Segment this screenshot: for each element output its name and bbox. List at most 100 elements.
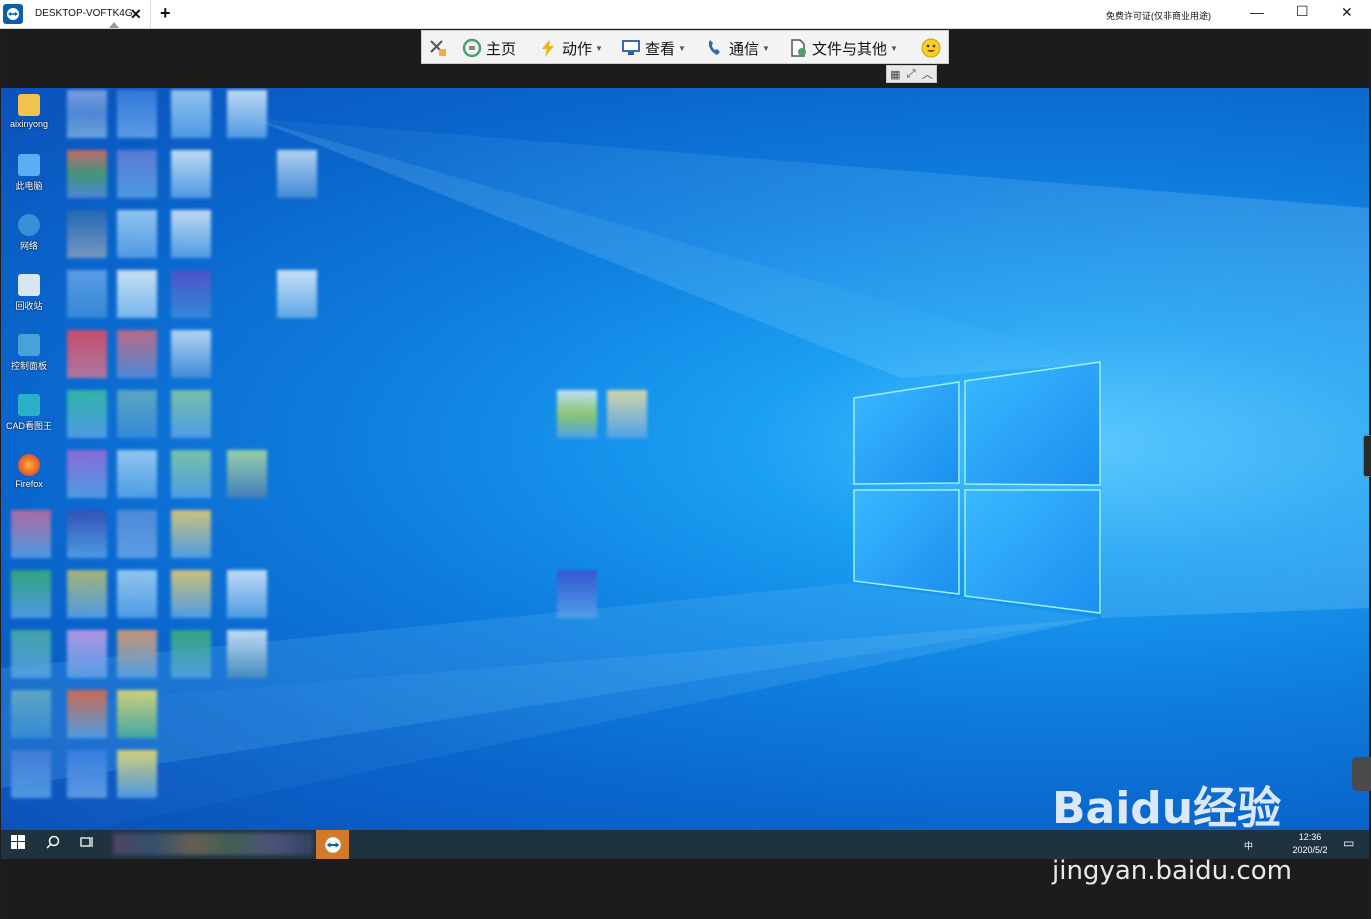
blurred-desktop-icon[interactable]: [171, 630, 211, 678]
side-panel-handle[interactable]: [1363, 435, 1371, 477]
blurred-desktop-icon[interactable]: [117, 270, 157, 318]
toolbar-files-extras[interactable]: 文件与其他 ▼: [788, 31, 898, 65]
blurred-desktop-icon[interactable]: [117, 90, 157, 138]
blurred-desktop-icon[interactable]: [11, 690, 51, 738]
tab-indicator: [109, 22, 119, 28]
blurred-desktop-icon[interactable]: [67, 210, 107, 258]
blurred-desktop-icon[interactable]: [67, 90, 107, 138]
close-button[interactable]: ✕: [1341, 4, 1353, 21]
blurred-desktop-icon[interactable]: [67, 570, 107, 618]
toolbar-files-label: 文件与其他: [812, 40, 888, 58]
desktop-icon-label: 此电脑: [15, 181, 43, 191]
blurred-desktop-icon[interactable]: [67, 510, 107, 558]
disconnect-icon: [428, 38, 448, 58]
blurred-desktop-icon[interactable]: [171, 450, 211, 498]
blurred-desktop-icon[interactable]: [117, 690, 157, 738]
desktop-icon-control-panel[interactable]: 控制面板: [1, 334, 57, 372]
toolbar-home-label: 主页: [486, 40, 517, 58]
blurred-desktop-icon[interactable]: [171, 390, 211, 438]
blurred-desktop-icon[interactable]: [117, 330, 157, 378]
blurred-desktop-icon[interactable]: [607, 390, 647, 438]
desktop-icon-cad[interactable]: CAD看图王: [1, 394, 57, 432]
toolbar-actions[interactable]: 动作 ▼: [538, 31, 603, 65]
blurred-desktop-icon[interactable]: [227, 570, 267, 618]
blurred-desktop-icon[interactable]: [117, 450, 157, 498]
blurred-desktop-icon[interactable]: [171, 150, 211, 198]
desktop-icon-label: Firefox: [15, 479, 43, 489]
chevron-down-icon: ▼: [595, 43, 603, 53]
blurred-desktop-icon[interactable]: [171, 510, 211, 558]
blurred-desktop-icon[interactable]: [67, 150, 107, 198]
toolbar-mini-controls: ▦ ⤢ ︿: [886, 65, 937, 83]
blurred-taskbar-apps[interactable]: [113, 833, 313, 855]
task-view-icon[interactable]: [80, 835, 94, 852]
blurred-desktop-icon[interactable]: [67, 330, 107, 378]
desktop-icon-firefox[interactable]: Firefox: [1, 454, 57, 489]
desktop-icon-user-folder[interactable]: aixinyong: [1, 94, 57, 129]
blurred-desktop-icon[interactable]: [171, 270, 211, 318]
blurred-desktop-icon[interactable]: [67, 630, 107, 678]
maximize-button[interactable]: ☐: [1296, 3, 1309, 20]
blurred-desktop-icon[interactable]: [277, 270, 317, 318]
license-text: 免费许可证(仅非商业用途): [1106, 11, 1211, 21]
blurred-desktop-icon[interactable]: [11, 750, 51, 798]
blurred-desktop-icon[interactable]: [117, 570, 157, 618]
search-icon[interactable]: [46, 835, 60, 852]
toolbar-view[interactable]: 查看 ▼: [621, 31, 686, 65]
blurred-desktop-icon[interactable]: [227, 90, 267, 138]
blurred-desktop-icon[interactable]: [67, 690, 107, 738]
disconnect-button[interactable]: [428, 31, 452, 65]
blurred-desktop-icon[interactable]: [557, 570, 597, 618]
blurred-desktop-icon[interactable]: [117, 510, 157, 558]
blurred-desktop-icon[interactable]: [67, 390, 107, 438]
blurred-desktop-icon[interactable]: [117, 630, 157, 678]
blurred-desktop-icon[interactable]: [277, 150, 317, 198]
tab-title: DESKTOP-VOFTK4G: [35, 8, 133, 19]
desktop-icon-label: aixinyong: [9, 119, 49, 129]
desktop-icon-this-pc[interactable]: 此电脑: [1, 154, 57, 192]
watermark-url: jingyan.baidu.com: [1052, 856, 1292, 886]
teamviewer-taskbar-button[interactable]: [316, 830, 349, 859]
blurred-desktop-icon[interactable]: [171, 570, 211, 618]
lightning-icon: [538, 38, 558, 58]
blurred-desktop-icon[interactable]: [171, 90, 211, 138]
clock-date: 2020/5/2: [1292, 845, 1328, 855]
taskbar-clock[interactable]: 12:36 2020/5/2: [1288, 831, 1332, 857]
blurred-desktop-icon[interactable]: [227, 630, 267, 678]
blurred-desktop-icon[interactable]: [11, 510, 51, 558]
fullscreen-icon[interactable]: ⤢: [907, 68, 916, 81]
toolbar-communicate[interactable]: 通信 ▼: [705, 31, 770, 65]
minimize-button[interactable]: —: [1250, 4, 1264, 20]
start-button[interactable]: [11, 835, 25, 852]
teamviewer-logo-icon: [3, 4, 23, 24]
desktop-icon-recycle-bin[interactable]: 回收站: [1, 274, 57, 312]
blurred-desktop-icon[interactable]: [117, 150, 157, 198]
collapse-toolbar-icon[interactable]: ︿: [922, 66, 933, 82]
blurred-desktop-icon[interactable]: [171, 330, 211, 378]
blurred-desktop-icon[interactable]: [117, 210, 157, 258]
blurred-desktop-icon[interactable]: [67, 270, 107, 318]
add-tab-button[interactable]: +: [160, 3, 171, 24]
blurred-desktop-icon[interactable]: [67, 450, 107, 498]
desktop-icon-network[interactable]: 网络: [1, 214, 57, 252]
desktop-icon-label: 网络: [19, 241, 38, 251]
blurred-desktop-icon[interactable]: [557, 390, 597, 438]
blurred-desktop-icon[interactable]: [11, 630, 51, 678]
tab-close-icon[interactable]: ✕: [130, 6, 142, 23]
blurred-desktop-icon[interactable]: [171, 210, 211, 258]
computer-icon: [18, 154, 40, 176]
blurred-desktop-icon[interactable]: [117, 390, 157, 438]
remote-desktop[interactable]: aixinyong 此电脑 网络 回收站 控制面板 CAD看图王 Firefox: [1, 88, 1369, 830]
notification-icon[interactable]: ▭: [1343, 836, 1354, 850]
blurred-desktop-icon[interactable]: [227, 450, 267, 498]
ime-indicator[interactable]: 中: [1244, 839, 1253, 852]
toolbar-home[interactable]: 主页: [462, 31, 516, 65]
grid-icon[interactable]: ▦: [890, 68, 900, 81]
desktop-icon-label: 回收站: [15, 301, 43, 311]
tab-remote-session[interactable]: DESKTOP-VOFTK4G ✕: [26, 0, 151, 28]
blurred-desktop-icon[interactable]: [67, 750, 107, 798]
blurred-desktop-icon[interactable]: [117, 750, 157, 798]
blurred-desktop-icon[interactable]: [11, 570, 51, 618]
feedback-button[interactable]: [921, 31, 945, 65]
teamviewer-side-widget-icon[interactable]: [1352, 757, 1371, 791]
